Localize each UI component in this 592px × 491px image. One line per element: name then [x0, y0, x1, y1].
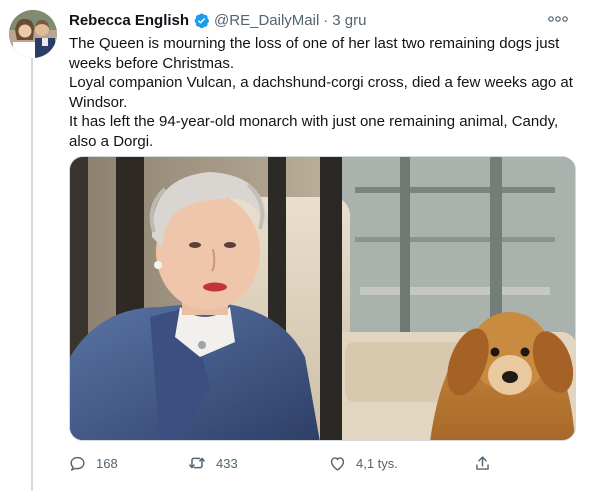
heart-icon	[326, 452, 348, 474]
tweet-photo[interactable]	[69, 156, 576, 441]
retweet-button[interactable]: 433	[186, 451, 238, 475]
reply-count: 168	[96, 455, 118, 471]
tweet-timestamp[interactable]: 3 gru	[332, 12, 366, 29]
tweet-text-line: The Queen is mourning the loss of one of…	[69, 35, 560, 72]
avatar[interactable]	[9, 10, 57, 58]
tweet-text: The Queen is mourning the loss of one of…	[69, 34, 581, 152]
share-icon	[471, 452, 493, 474]
verified-badge-icon	[193, 12, 210, 29]
thread-line	[31, 58, 33, 491]
tweet-header: Rebecca English @RE_DailyMail · 3 gru	[69, 9, 367, 31]
tweet[interactable]: Rebecca English @RE_DailyMail · 3 gru Th…	[0, 0, 592, 491]
reply-button[interactable]: 168	[66, 451, 118, 475]
separator-dot: ·	[323, 11, 329, 29]
share-button[interactable]	[471, 451, 493, 475]
more-options-icon[interactable]	[546, 10, 570, 28]
author-name[interactable]: Rebecca English	[69, 12, 189, 29]
tweet-actions: 168 433 4,1 tys.	[63, 451, 503, 475]
author-handle[interactable]: @RE_DailyMail	[214, 12, 319, 29]
retweet-count: 433	[216, 455, 238, 471]
tweet-text-line: Loyal companion Vulcan, a dachshund-corg…	[69, 74, 573, 111]
like-button[interactable]: 4,1 tys.	[326, 451, 398, 475]
retweet-icon	[186, 452, 208, 474]
like-count: 4,1 tys.	[356, 455, 398, 471]
tweet-text-line: It has left the 94-year-old monarch with…	[69, 113, 559, 150]
reply-icon	[66, 452, 88, 474]
